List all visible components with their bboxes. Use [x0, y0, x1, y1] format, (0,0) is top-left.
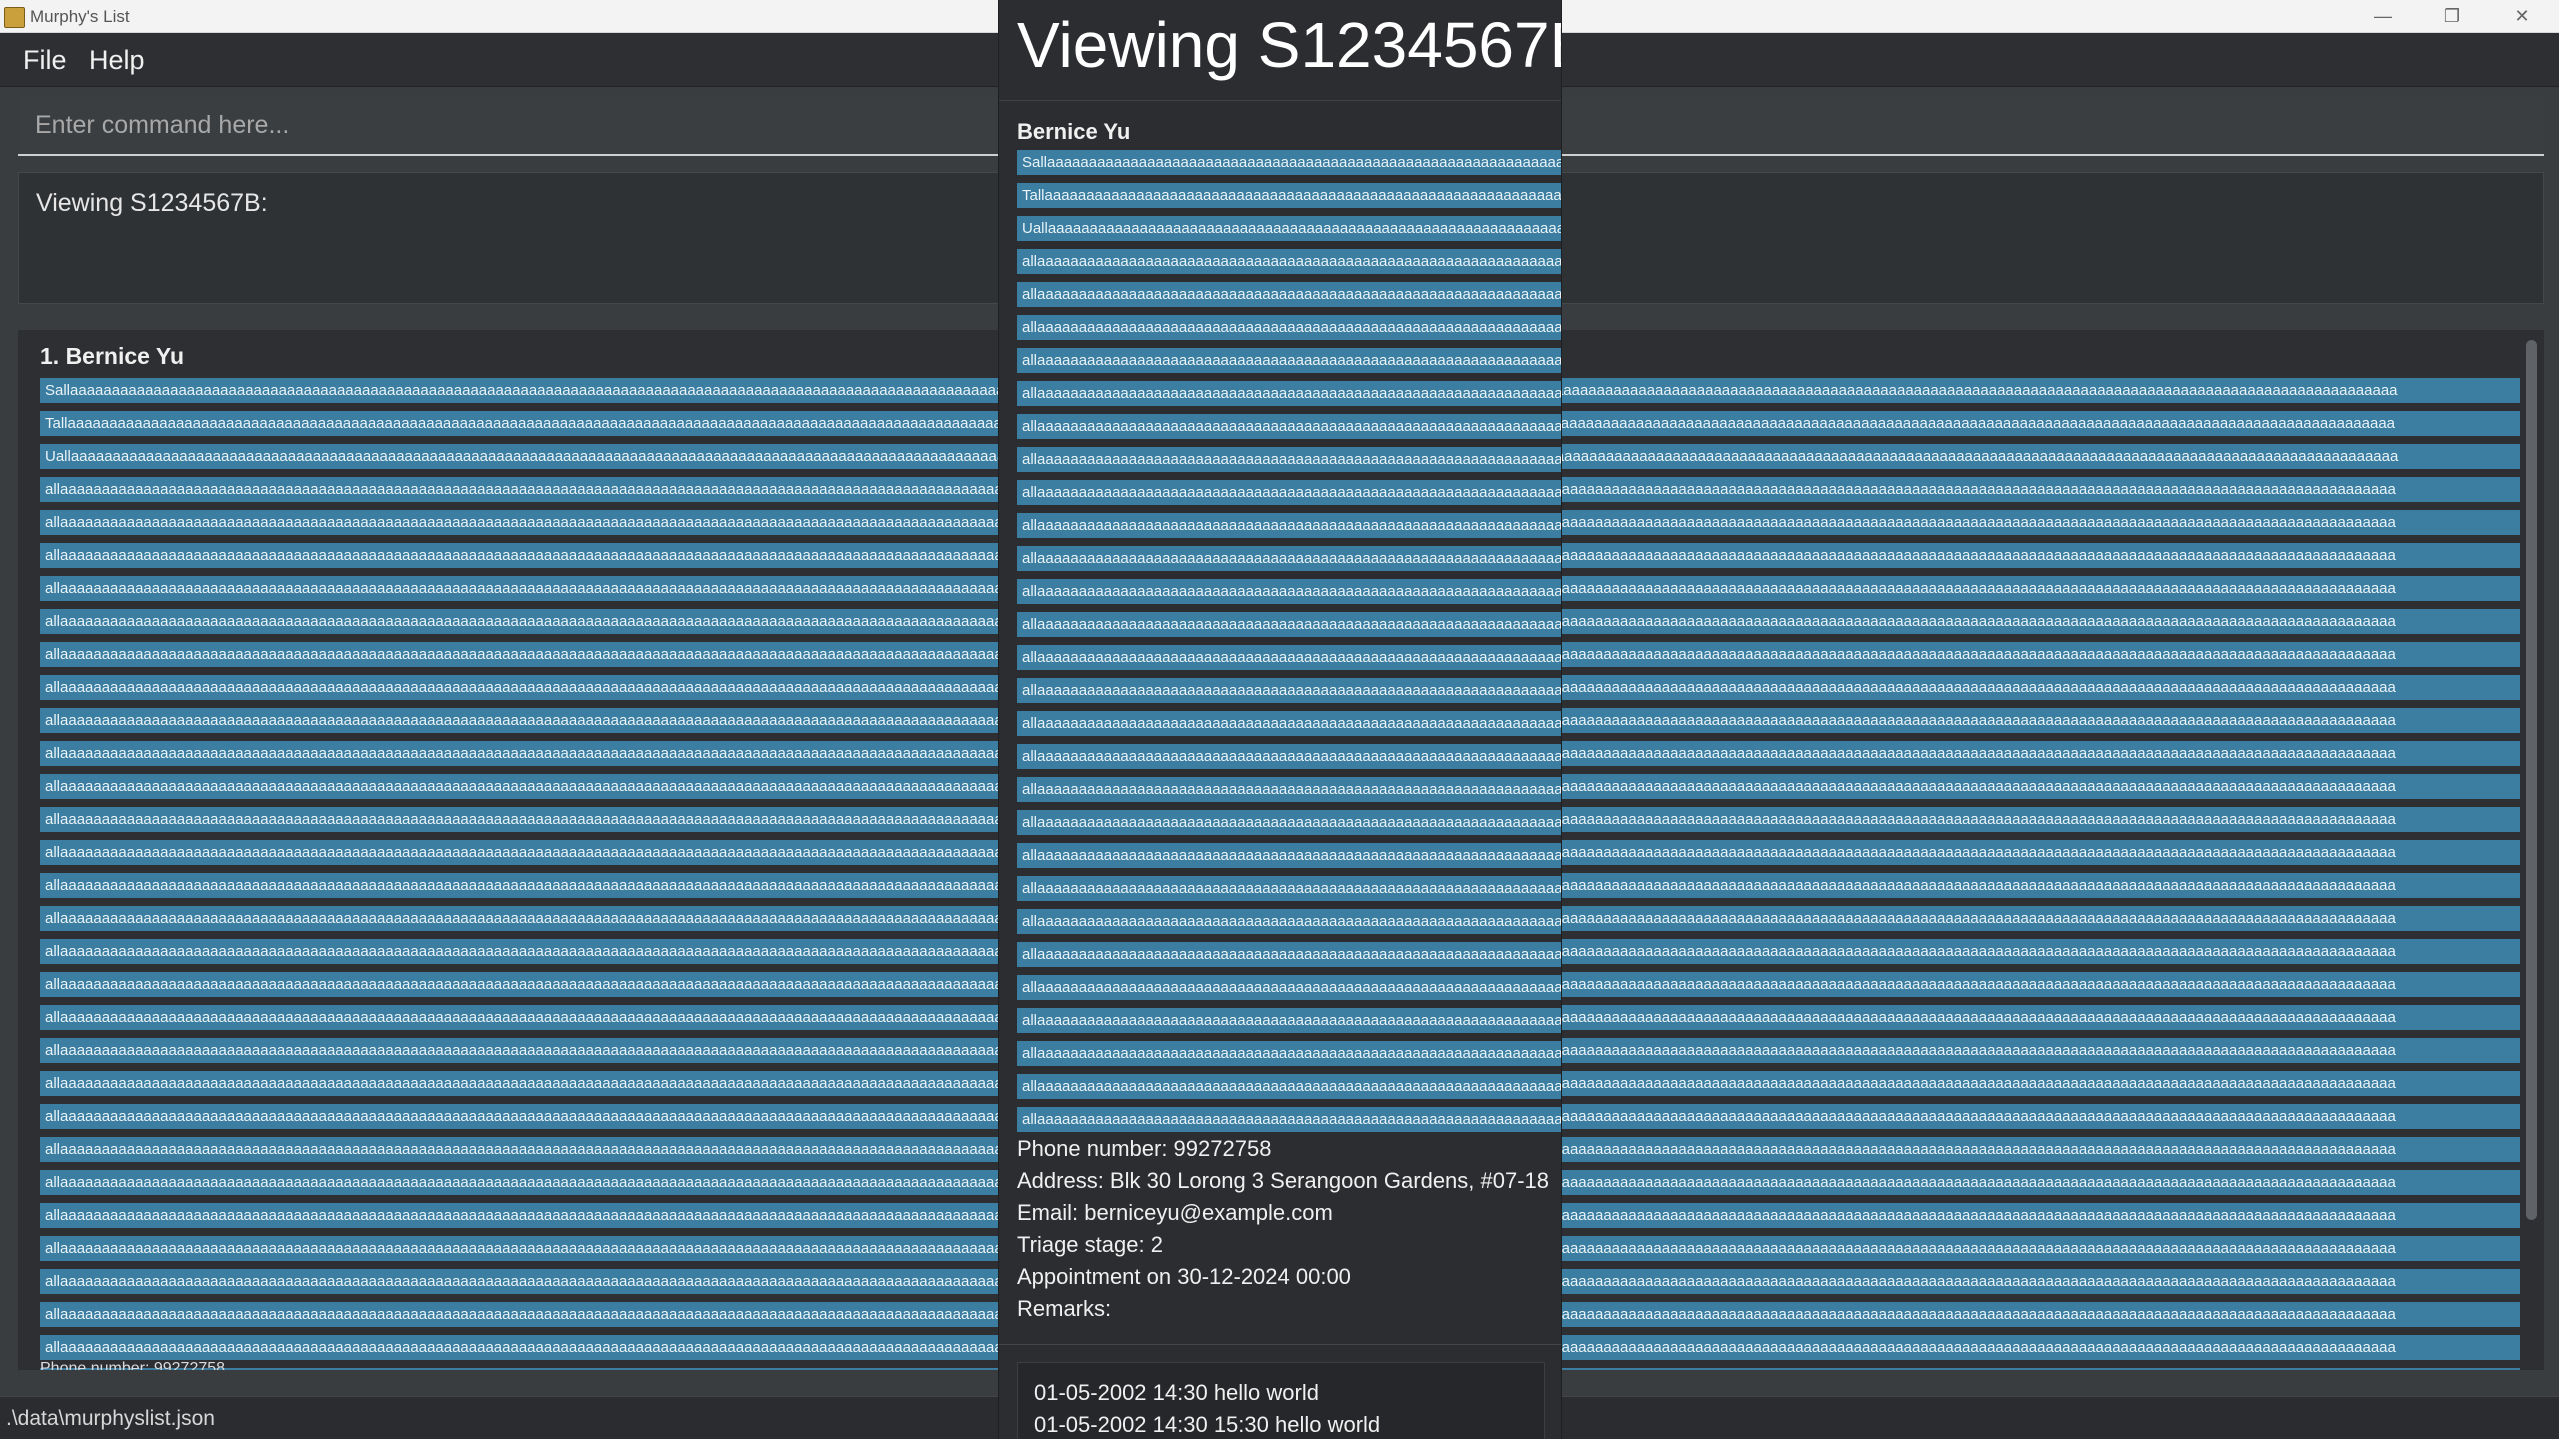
- popup-tag-chip: allaaaaaaaaaaaaaaaaaaaaaaaaaaaaaaaaaaaaa…: [1017, 645, 1561, 670]
- popup-tag-chip: allaaaaaaaaaaaaaaaaaaaaaaaaaaaaaaaaaaaaa…: [1017, 612, 1561, 637]
- popup-tag-chip: allaaaaaaaaaaaaaaaaaaaaaaaaaaaaaaaaaaaaa…: [1017, 1008, 1561, 1033]
- popup-tag-chip: allaaaaaaaaaaaaaaaaaaaaaaaaaaaaaaaaaaaaa…: [1017, 909, 1561, 934]
- popup-address: Address: Blk 30 Lorong 3 Serangoon Garde…: [1017, 1168, 1550, 1193]
- popup-tag-chip: allaaaaaaaaaaaaaaaaaaaaaaaaaaaaaaaaaaaaa…: [1017, 414, 1561, 439]
- popup-tag-chip: allaaaaaaaaaaaaaaaaaaaaaaaaaaaaaaaaaaaaa…: [1017, 843, 1561, 868]
- popup-tag-chip: allaaaaaaaaaaaaaaaaaaaaaaaaaaaaaaaaaaaaa…: [1017, 249, 1561, 274]
- popup-tag-chip: allaaaaaaaaaaaaaaaaaaaaaaaaaaaaaaaaaaaaa…: [1017, 1107, 1561, 1132]
- popup-tag-chip: allaaaaaaaaaaaaaaaaaaaaaaaaaaaaaaaaaaaaa…: [1017, 1041, 1561, 1066]
- menu-help[interactable]: Help: [89, 45, 145, 76]
- popup-tag-chip: allaaaaaaaaaaaaaaaaaaaaaaaaaaaaaaaaaaaaa…: [1017, 447, 1561, 472]
- remark-item: 01-05-2002 14:30 hello world: [1034, 1380, 1319, 1405]
- popup-tag-chip: allaaaaaaaaaaaaaaaaaaaaaaaaaaaaaaaaaaaaa…: [1017, 381, 1561, 406]
- popup-header: Viewing S1234567B:: [999, 0, 1562, 101]
- popup-tag-chip: allaaaaaaaaaaaaaaaaaaaaaaaaaaaaaaaaaaaaa…: [1017, 744, 1561, 769]
- popup-tag-chip: allaaaaaaaaaaaaaaaaaaaaaaaaaaaaaaaaaaaaa…: [1017, 777, 1561, 802]
- remark-item: 01-05-2002 14:30 15:30 hello world: [1034, 1412, 1381, 1437]
- popup-tag-chip: allaaaaaaaaaaaaaaaaaaaaaaaaaaaaaaaaaaaaa…: [1017, 546, 1561, 571]
- popup-tag-chip: Sallaaaaaaaaaaaaaaaaaaaaaaaaaaaaaaaaaaaa…: [1017, 150, 1561, 175]
- list-scrollbar-thumb[interactable]: [2526, 340, 2537, 1220]
- popup-tag-chip: allaaaaaaaaaaaaaaaaaaaaaaaaaaaaaaaaaaaaa…: [1017, 810, 1561, 835]
- remarks-box: 01-05-2002 14:30 hello world 01-05-2002 …: [1017, 1362, 1545, 1439]
- popup-tag-chip: allaaaaaaaaaaaaaaaaaaaaaaaaaaaaaaaaaaaaa…: [1017, 711, 1561, 736]
- popup-tag-chip: allaaaaaaaaaaaaaaaaaaaaaaaaaaaaaaaaaaaaa…: [1017, 480, 1561, 505]
- popup-title: Viewing S1234567B:: [1017, 9, 1562, 81]
- view-person-window[interactable]: Viewing S1234567B: Bernice Yu Sallaaaaaa…: [998, 0, 1562, 1439]
- popup-tag-chip: allaaaaaaaaaaaaaaaaaaaaaaaaaaaaaaaaaaaaa…: [1017, 678, 1561, 703]
- popup-tag-chip: Uallaaaaaaaaaaaaaaaaaaaaaaaaaaaaaaaaaaaa…: [1017, 216, 1561, 241]
- popup-tag-chip: allaaaaaaaaaaaaaaaaaaaaaaaaaaaaaaaaaaaaa…: [1017, 942, 1561, 967]
- maximize-button[interactable]: ❐: [2419, 0, 2485, 33]
- popup-triage-stage: Triage stage: 2: [1017, 1232, 1163, 1257]
- popup-email: Email: berniceyu@example.com: [1017, 1200, 1333, 1225]
- popup-tag-chip: allaaaaaaaaaaaaaaaaaaaaaaaaaaaaaaaaaaaaa…: [1017, 579, 1561, 604]
- popup-tag-chip: allaaaaaaaaaaaaaaaaaaaaaaaaaaaaaaaaaaaaa…: [1017, 1074, 1561, 1099]
- status-file-path: .\data\murphyslist.json: [6, 1407, 215, 1430]
- popup-tag-chip: allaaaaaaaaaaaaaaaaaaaaaaaaaaaaaaaaaaaaa…: [1017, 513, 1561, 538]
- app-icon: [4, 7, 25, 28]
- minimize-button[interactable]: —: [2350, 0, 2416, 33]
- popup-tag-chip: Tallaaaaaaaaaaaaaaaaaaaaaaaaaaaaaaaaaaaa…: [1017, 183, 1561, 208]
- popup-phone: Phone number: 99272758: [1017, 1136, 1272, 1161]
- popup-divider: [999, 1344, 1561, 1345]
- popup-tag-chip: allaaaaaaaaaaaaaaaaaaaaaaaaaaaaaaaaaaaaa…: [1017, 876, 1561, 901]
- popup-person-name: Bernice Yu: [1017, 119, 1131, 144]
- popup-tag-chip: allaaaaaaaaaaaaaaaaaaaaaaaaaaaaaaaaaaaaa…: [1017, 348, 1561, 373]
- popup-tag-chip: allaaaaaaaaaaaaaaaaaaaaaaaaaaaaaaaaaaaaa…: [1017, 975, 1561, 1000]
- person-card-phone: Phone number: 99272758: [40, 1360, 226, 1370]
- popup-tag-chip: allaaaaaaaaaaaaaaaaaaaaaaaaaaaaaaaaaaaaa…: [1017, 282, 1561, 307]
- close-button[interactable]: ✕: [2489, 0, 2555, 33]
- result-text: Viewing S1234567B:: [36, 189, 268, 217]
- popup-tag-chip: allaaaaaaaaaaaaaaaaaaaaaaaaaaaaaaaaaaaaa…: [1017, 315, 1561, 340]
- popup-appointment: Appointment on 30-12-2024 00:00: [1017, 1264, 1351, 1289]
- menu-file[interactable]: File: [23, 45, 67, 76]
- popup-remarks-label: Remarks:: [1017, 1296, 1112, 1321]
- person-card-name: 1. Bernice Yu: [40, 343, 185, 369]
- window-title: Murphy's List: [30, 7, 130, 26]
